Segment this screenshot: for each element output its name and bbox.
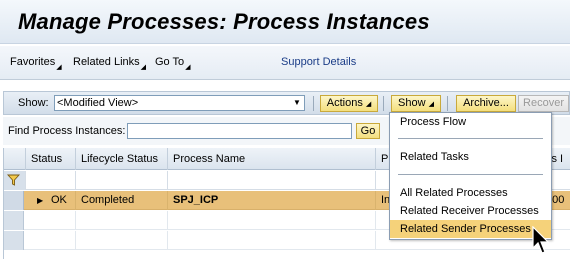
status-cell: OK (48, 191, 76, 210)
caret-icon: ◢ (56, 64, 62, 71)
show-button-label: Show (398, 97, 426, 109)
table-cell (26, 211, 76, 230)
find-input[interactable] (127, 123, 352, 139)
select-all-cell[interactable] (4, 148, 26, 170)
support-details-link[interactable]: Support Details (281, 56, 356, 68)
chevron-down-icon[interactable]: ▼ (290, 96, 304, 110)
lifecycle-cell: Completed (76, 191, 168, 210)
menu-item-related-tasks[interactable]: Related Tasks (390, 148, 551, 166)
menu-item-all-related-processes[interactable]: All Related Processes (390, 184, 551, 202)
caret-icon: ◢ (140, 64, 147, 71)
menu-bar: Favorites◢ Related Links◢ Go To◢ Support… (0, 46, 570, 80)
related-links-label: Related Links (73, 56, 140, 68)
table-cell (76, 211, 168, 230)
filter-cell[interactable] (26, 171, 76, 190)
table-cell (76, 231, 168, 250)
recover-button[interactable]: Recover (518, 95, 569, 112)
toolbar-separator (383, 96, 384, 111)
toolbar-separator (313, 96, 314, 111)
row-selector[interactable] (4, 191, 24, 210)
table-cell (168, 211, 376, 230)
table-cell (168, 231, 376, 250)
filter-cell[interactable] (168, 171, 376, 190)
view-value: <Modified View> (57, 97, 139, 109)
process-name-cell: SPJ_ICP (168, 191, 376, 210)
caret-icon: ◢ (428, 101, 434, 108)
menu-separator (398, 174, 543, 175)
related-links-menu[interactable]: Related Links◢ (73, 56, 147, 71)
table-cell (26, 231, 76, 250)
favorites-menu[interactable]: Favorites◢ (10, 56, 62, 71)
go-button[interactable]: Go (356, 123, 380, 139)
actions-button[interactable]: Actions ◢ (320, 95, 378, 112)
filter-toggle[interactable] (4, 171, 26, 190)
page-title: Manage Processes: Process Instances (18, 9, 430, 34)
view-select[interactable]: <Modified View> ▼ (54, 95, 305, 111)
column-header[interactable]: Status (26, 148, 76, 170)
favorites-label: Favorites (10, 56, 56, 68)
row-expand-icon[interactable]: ▶ (37, 191, 43, 210)
go-to-label: Go To (155, 56, 185, 68)
mouse-pointer-icon (532, 226, 550, 254)
go-to-menu[interactable]: Go To◢ (155, 56, 191, 71)
filter-icon (7, 174, 20, 186)
find-label: Find Process Instances: (8, 125, 126, 137)
caret-icon: ◢ (365, 101, 372, 108)
row-selector[interactable] (4, 211, 24, 230)
show-dropdown-menu: Process Flow Related Tasks All Related P… (389, 112, 552, 240)
show-button[interactable]: Show ◢ (391, 95, 441, 112)
caret-icon: ◢ (185, 64, 191, 71)
archive-button[interactable]: Archive... (456, 95, 516, 112)
menu-item-process-flow[interactable]: Process Flow (390, 113, 551, 131)
row-selector[interactable] (4, 231, 24, 250)
title-bar: Manage Processes: Process Instances (0, 0, 570, 44)
menu-separator (398, 138, 543, 139)
menu-item-related-receiver-processes[interactable]: Related Receiver Processes (390, 202, 551, 220)
menu-item-related-sender-processes[interactable]: Related Sender Processes (390, 220, 551, 238)
show-label: Show: (18, 97, 49, 109)
toolbar-separator (447, 96, 448, 111)
column-header[interactable]: Process Name (168, 148, 376, 170)
column-header[interactable]: Lifecycle Status (76, 148, 168, 170)
actions-label: Actions (326, 97, 363, 109)
filter-cell[interactable] (76, 171, 168, 190)
